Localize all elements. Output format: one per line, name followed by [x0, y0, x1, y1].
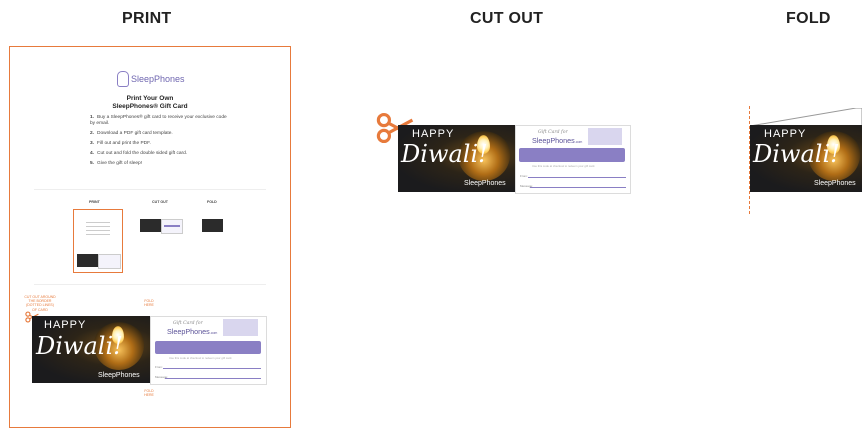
page-title-line2: SleepPhones® Gift Card: [112, 103, 188, 110]
card-brand-text: SleepPhones: [464, 180, 506, 187]
page-title-line1: Print Your Own: [126, 95, 174, 102]
mini-cut-card-front: [140, 219, 161, 232]
from-line: [163, 368, 261, 369]
printable-page: SleepPhones Print Your Own SleepPhones® …: [9, 46, 291, 428]
message-line: [165, 378, 261, 379]
fold-here-bottom: FOLD HERE: [144, 389, 154, 398]
divider: [34, 189, 266, 190]
from-line: [528, 177, 626, 178]
card-brand-text: SleepPhones: [814, 180, 856, 187]
cut-guide-text: CUT OUT AROUND THE BORDER (DOTTED LINES)…: [24, 295, 56, 312]
card-diwali-text: Diwali!: [753, 140, 840, 168]
folded-card-front: HAPPY Diwali! SleepPhones: [750, 125, 862, 192]
card-fine-print: Use this code at checkout to redeem your…: [169, 356, 233, 360]
code-bar: [519, 148, 625, 162]
card-back-logo: SleepPhones.com: [167, 327, 218, 336]
card-back: Gift Card for SleepPhones.com Use this c…: [150, 316, 267, 385]
mini-text-lines: [86, 222, 110, 238]
mini-label-fold: FOLD: [207, 200, 217, 204]
mini-print-page: [73, 209, 123, 273]
cut-card-front: HAPPY Diwali! SleepPhones: [398, 125, 515, 192]
mini-cut-card-back: [161, 219, 183, 234]
mini-label-print: PRINT: [89, 200, 100, 204]
step-item: 2. Download a PDF gift card template.: [90, 131, 173, 136]
cut-card-back: Gift Card for SleepPhones.com Use this c…: [515, 125, 631, 194]
gift-card-for-label: Gift Card for: [538, 130, 568, 135]
code-box: [588, 128, 622, 145]
code-bar: [155, 341, 261, 354]
sleepphones-logo: SleepPhones: [117, 71, 185, 87]
mini-card-back: [98, 254, 121, 269]
step-item: 4. Cut out and fold the double sided gift…: [90, 151, 188, 156]
message-line: [530, 187, 626, 188]
step-item: 5. Give the gift of sleep!: [90, 161, 143, 166]
code-box: [223, 319, 258, 336]
card-happy-text: HAPPY: [412, 128, 455, 140]
heading-cut-out: CUT OUT: [470, 10, 544, 27]
step-item: 1. Buy a SleepPhones® gift card to receiv…: [90, 115, 227, 126]
mini-label-cut-out: CUT OUT: [152, 200, 168, 204]
card-diwali-text: Diwali!: [401, 140, 488, 168]
step-item: 3. Fill out and print the PDF.: [90, 141, 151, 146]
from-label: From:: [520, 174, 528, 178]
gift-card-for-label: Gift Card for: [173, 321, 203, 326]
card-front: HAPPY Diwali! SleepPhones: [32, 316, 150, 383]
page-title: Print Your Own SleepPhones® Gift Card: [10, 95, 290, 111]
card-back-logo: SleepPhones.com: [532, 136, 583, 145]
mini-folded-card: [202, 219, 223, 232]
card-happy-text: HAPPY: [764, 128, 807, 140]
mini-card-front: [77, 254, 98, 267]
fold-here-top: FOLD HERE: [144, 299, 154, 308]
heading-print: PRINT: [122, 10, 172, 27]
card-happy-text: HAPPY: [44, 319, 87, 331]
logo-text: SleepPhones: [131, 74, 185, 84]
from-label: From:: [155, 365, 163, 369]
card-diwali-text: Diwali!: [36, 332, 123, 360]
card-fine-print: Use this code at checkout to redeem your…: [532, 164, 596, 168]
divider: [34, 284, 266, 285]
card-brand-text: SleepPhones: [98, 372, 140, 379]
sleepphones-logo-icon: [117, 71, 129, 87]
heading-fold: FOLD: [786, 10, 831, 27]
steps-list: 1. Buy a SleepPhones® gift card to receiv…: [90, 115, 230, 171]
